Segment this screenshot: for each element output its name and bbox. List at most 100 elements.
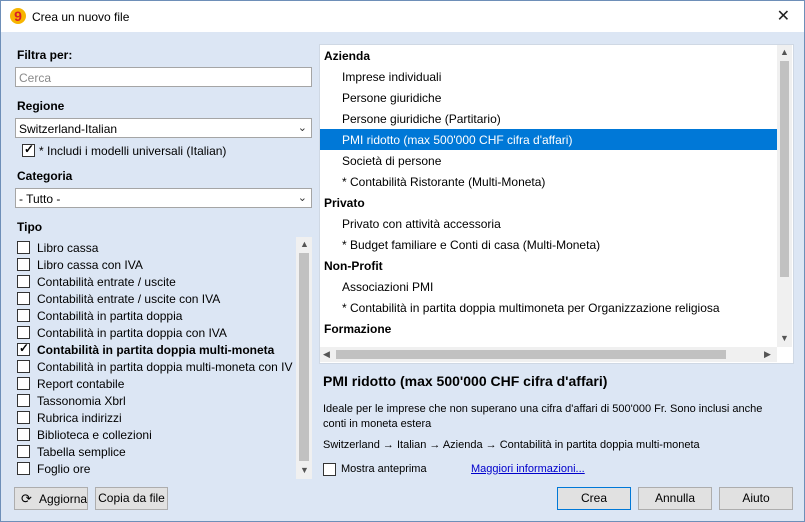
region-selected-value: Switzerland-Italian [19,122,118,136]
type-item-label: Libro cassa con IVA [37,258,143,272]
scroll-down-icon[interactable]: ▼ [300,465,309,475]
tree-template-item[interactable]: Privato con attività accessoria [320,213,779,234]
window-title: Crea un nuovo file [32,10,130,24]
category-label: Categoria [17,169,73,183]
refresh-button-label: Aggiorna [39,492,88,506]
checkmark-icon: ✓ [24,142,35,156]
type-checkbox[interactable] [17,445,30,458]
chevron-down-icon: ⌄ [297,192,307,204]
type-item-label: Contabilità entrate / uscite [37,275,176,289]
tree-template-item[interactable]: Persone giuridiche (Partitario) [320,108,779,129]
tree-template-item[interactable]: Imprese individuali [320,66,779,87]
category-select[interactable]: - Tutto - ⌄ [15,188,312,208]
tree-template-item[interactable]: Persone giuridiche [320,87,779,108]
type-item-label: Contabilità entrate / uscite con IVA [37,292,221,306]
type-checkbox[interactable] [17,309,30,322]
scroll-thumb[interactable] [299,253,309,461]
type-checkbox[interactable] [17,462,30,475]
create-new-file-dialog: 9 Crea un nuovo file ✕ Filtra per: Cerca… [0,0,805,522]
tree-group-header[interactable]: Azienda [320,45,779,66]
tree-row-label: Formazione [324,322,392,336]
tree-template-item[interactable]: * Contabilità Ristorante (Multi-Moneta) [320,171,779,192]
title-bar: 9 Crea un nuovo file ✕ [1,1,804,32]
category-selected-value: - Tutto - [19,192,61,206]
type-item-label: Contabilità in partita doppia multi-mone… [37,360,293,374]
scroll-up-icon[interactable]: ▲ [780,47,789,57]
tree-row-label: * Contabilità in partita doppia multimon… [342,301,720,315]
tree-template-item[interactable]: * Budget familiare e Conti di casa (Mult… [320,234,779,255]
template-tree: Azienda Imprese individuali Persone giurid… [319,44,794,364]
type-checkbox[interactable] [17,394,30,407]
tree-row-label: * Budget familiare e Conti di casa (Mult… [342,238,601,252]
more-info-link[interactable]: Maggiori informazioni... [471,463,585,475]
type-checkbox[interactable] [17,275,30,288]
type-list: Libro cassa Libro cassa con IVA Contabilit… [15,237,312,479]
tree-group-header[interactable]: Privato [320,192,779,213]
show-preview-label: Mostra anteprima [341,463,427,475]
scroll-right-icon[interactable]: ▶ [764,349,771,360]
type-item-label: Biblioteca e collezioni [37,428,152,442]
type-checkbox[interactable] [17,411,30,424]
copy-from-file-button[interactable]: Copia da file [95,487,168,510]
search-input[interactable]: Cerca [15,67,312,87]
tree-row-label: Società di persone [342,154,442,168]
tree-row-label: Persone giuridiche [342,91,442,105]
tree-row-label: Azienda [324,49,371,63]
detail-path: Switzerland → Italian → Azienda → Contab… [323,439,700,451]
create-button[interactable]: Crea [557,487,631,510]
tree-row-label: * Contabilità Ristorante (Multi-Moneta) [342,175,546,189]
tree-group-header[interactable]: Formazione [320,318,779,339]
type-item-label: Report contabile [37,377,125,391]
type-item-label: Libro cassa [37,241,99,255]
detail-title: PMI ridotto (max 500'000 CHF cifra d'aff… [323,373,608,389]
tree-row-label: Non-Profit [324,259,383,273]
type-checkbox[interactable] [17,292,30,305]
scroll-down-icon[interactable]: ▼ [780,333,789,343]
tree-template-item[interactable]: PMI ridotto (max 500'000 CHF cifra d'aff… [320,129,779,150]
tree-template-item[interactable]: Società di persone [320,150,779,171]
scroll-left-icon[interactable]: ◀ [323,349,330,360]
refresh-icon: ⟳ [21,491,32,506]
show-preview-checkbox[interactable] [323,463,336,476]
include-universal-checkbox[interactable]: ✓ [22,142,35,157]
filter-label: Filtra per: [17,48,73,62]
tree-row-label: Associazioni PMI [342,280,434,294]
type-item-label: Tabella semplice [37,445,126,459]
scroll-thumb[interactable] [780,61,789,277]
type-checkbox[interactable] [17,241,30,254]
detail-description: Ideale per le imprese che non superano u… [323,403,763,430]
tree-template-item[interactable]: Associazioni PMI [320,276,779,297]
cancel-button[interactable]: Annulla [638,487,712,510]
region-label: Regione [17,99,65,113]
type-item-label: Foglio ore [37,462,91,476]
type-checkbox[interactable] [17,377,30,390]
tree-row-label: Privato [324,196,365,210]
type-item-label: Tassonomia Xbrl [37,394,126,408]
type-checkbox[interactable] [17,360,30,373]
type-checkbox[interactable] [17,428,30,441]
chevron-down-icon: ⌄ [297,122,307,134]
type-item-label: Contabilità in partita doppia con IVA [37,326,227,340]
type-item-label: Contabilità in partita doppia [37,309,183,323]
tree-row-label: Imprese individuali [342,70,442,84]
help-button[interactable]: Aiuto [719,487,793,510]
close-icon[interactable]: ✕ [777,6,790,26]
type-checkbox[interactable] [17,326,30,339]
checkmark-icon: ✓ [19,341,30,355]
type-list-scrollbar[interactable]: ▲ ▼ [296,237,312,479]
include-universal-label: * Includi i modelli universali (Italian) [39,144,227,158]
region-select[interactable]: Switzerland-Italian ⌄ [15,118,312,138]
tree-horizontal-scrollbar[interactable]: ◀ ▶ [320,347,777,362]
tree-vertical-scrollbar[interactable]: ▲ ▼ [777,45,792,347]
tree-group-header[interactable]: Non-Profit [320,255,779,276]
tree-template-item[interactable]: * Contabilità in partita doppia multimon… [320,297,779,318]
type-checkbox[interactable] [17,258,30,271]
tree-row-label: PMI ridotto (max 500'000 CHF cifra d'aff… [342,133,573,147]
scroll-up-icon[interactable]: ▲ [300,239,309,249]
tree-row-label: Privato con attività accessoria [342,217,501,231]
type-checkbox[interactable]: ✓ [17,341,30,356]
refresh-button[interactable]: ⟳ Aggiorna [14,487,88,510]
type-label: Tipo [17,220,43,234]
scroll-thumb[interactable] [336,350,726,359]
search-placeholder: Cerca [19,71,52,85]
